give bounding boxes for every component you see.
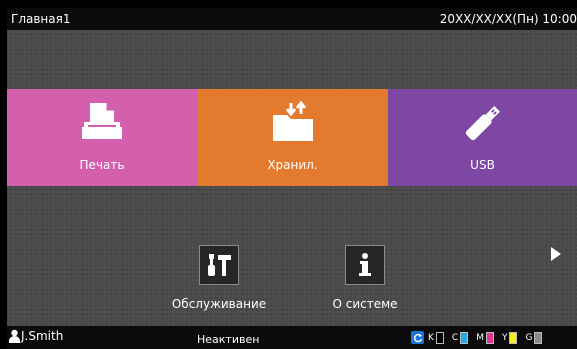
usb-icon (465, 106, 500, 141)
next-page-arrow-icon[interactable] (550, 246, 562, 262)
maintenance-button[interactable]: Обслуживание (159, 245, 279, 311)
user-icon (9, 329, 20, 343)
ink-level-fill (461, 332, 468, 343)
maintenance-icon (208, 254, 231, 276)
ink-level-fill (510, 332, 517, 343)
ink-label: Y (501, 332, 508, 343)
screen: Главная1 20XX/XX/XX(Пн) 10:00 Печать Хра… (0, 0, 577, 349)
storage-tile-label: Хранил. (267, 158, 318, 172)
info-icon-box (345, 245, 385, 285)
ink-k-indicator: K (428, 331, 444, 344)
ink-g-indicator: G (525, 331, 543, 344)
user-login[interactable]: J.Smith (9, 329, 63, 343)
ink-level-bar (435, 331, 444, 344)
ink-level-bar (460, 331, 469, 344)
ink-level-bar (534, 331, 543, 344)
ink-levels: KCMYG (411, 331, 550, 344)
refresh-icon (413, 333, 422, 342)
print-tile-label: Печать (79, 158, 125, 172)
user-name: J.Smith (21, 329, 64, 343)
ink-label: K (428, 332, 434, 343)
refresh-button[interactable] (411, 331, 424, 344)
ink-label: G (525, 332, 533, 343)
home-panel: Печать Хранил. USB Обслуживание О систем… (7, 30, 577, 326)
usb-tile[interactable]: USB (388, 89, 577, 186)
date-time: 20XX/XX/XX(Пн) 10:00 (439, 12, 577, 26)
function-tiles: Печать Хранил. USB (7, 89, 577, 186)
about-system-button[interactable]: О системе (305, 245, 425, 311)
maintenance-label: Обслуживание (171, 297, 267, 311)
top-bar: Главная1 20XX/XX/XX(Пн) 10:00 (7, 8, 577, 30)
ink-c-indicator: C (451, 331, 469, 344)
storage-folder-icon (272, 101, 313, 141)
ink-level-fill (486, 332, 493, 343)
print-icon (82, 103, 122, 139)
ink-level-bar (485, 331, 494, 344)
printer-status: Неактивен (197, 333, 260, 346)
ink-level-fill (535, 332, 542, 343)
usb-tile-label: USB (470, 158, 495, 172)
status-bar: J.Smith Неактивен K C M Y G (7, 326, 577, 349)
about-system-label: О системе (332, 297, 398, 311)
ink-list: KCMYG (428, 331, 550, 344)
storage-tile[interactable]: Хранил. (197, 89, 388, 186)
print-tile[interactable]: Печать (7, 89, 197, 186)
ink-level-bar (509, 331, 518, 344)
ink-y-indicator: Y (501, 331, 518, 344)
ink-label: M (476, 332, 484, 343)
info-icon (359, 253, 371, 276)
maintenance-icon-box (199, 245, 239, 285)
ink-label: C (451, 332, 459, 343)
screen-title: Главная1 (11, 12, 71, 26)
ink-m-indicator: M (476, 331, 494, 344)
